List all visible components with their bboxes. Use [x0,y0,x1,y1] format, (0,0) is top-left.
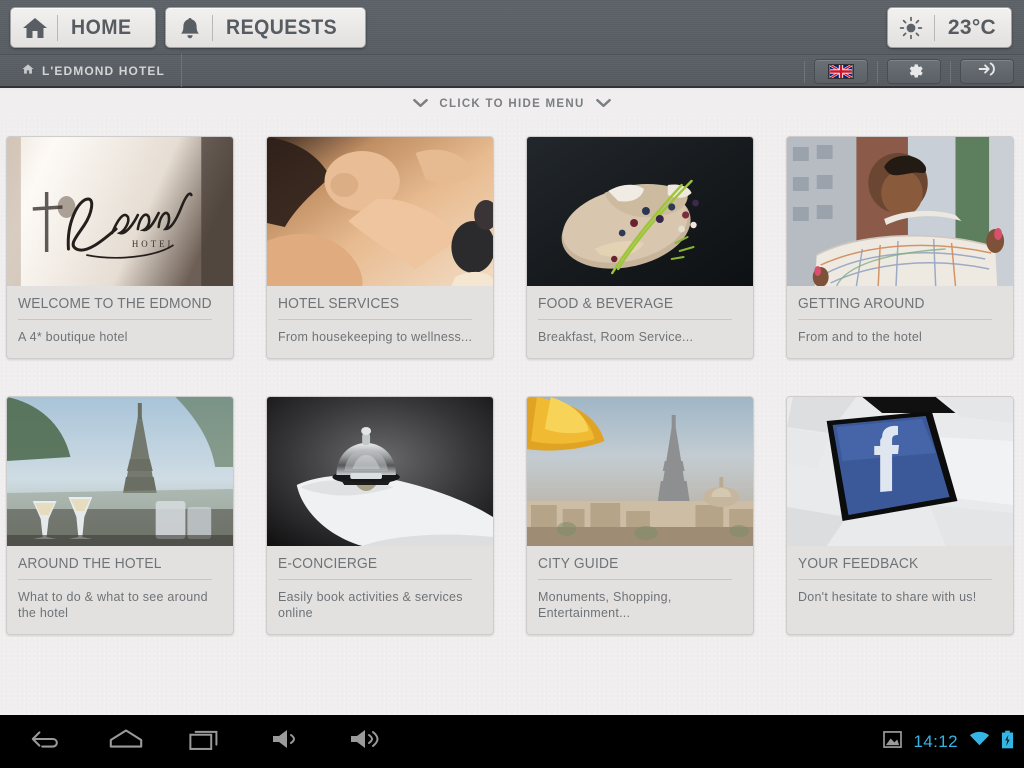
tool-divider [877,60,878,83]
tile-title: GETTING AROUND [798,296,992,320]
battery-charging-icon [1001,730,1014,754]
service-bell-gloved-hand-photo [267,397,493,546]
top-header-bar: HOME REQUESTS 23°C [0,0,1024,55]
nav-button-home-label: HOME [71,15,132,39]
uk-flag-icon [828,64,854,79]
screenshot-icon[interactable] [883,730,903,753]
woman-with-city-map-photo [787,137,1013,286]
tile-your-feedback[interactable]: YOUR FEEDBACK Don't hesitate to share wi… [786,396,1014,635]
tile-description: Easily book activities & services online [278,590,463,620]
tile-title: E-CONCIERGE [278,556,472,580]
android-navigation-bar: 14:12 [0,715,1024,768]
android-nav-buttons [0,715,406,768]
settings-button[interactable] [887,59,941,84]
tile-description: A 4* boutique hotel [18,330,128,344]
tile-getting-around[interactable]: GETTING AROUND From and to the hotel [786,136,1014,359]
volume-up-button[interactable] [326,715,406,768]
tile-description: Monuments, Shopping, Entertainment... [538,590,672,620]
weather-widget[interactable]: 23°C [886,7,1012,48]
spa-massage-photo [267,137,493,286]
volume-up-icon [347,726,385,757]
nav-button-requests[interactable]: REQUESTS [165,7,366,48]
bell-icon [168,16,212,40]
hide-menu-label: CLICK TO HIDE MENU [439,98,585,110]
tile-body: GETTING AROUND From and to the hotel [787,286,1013,358]
gourmet-food-plate-photo [527,137,753,286]
tile-description: From housekeeping to wellness... [278,330,473,344]
wifi-icon [969,731,990,752]
temperature-value: 23°C [947,15,996,39]
language-flag-button[interactable] [814,59,868,84]
login-button[interactable] [960,59,1014,84]
tile-body: WELCOME TO THE EDMOND A 4* boutique hote… [7,286,233,358]
tile-food-and-beverage[interactable]: FOOD & BEVERAGE Breakfast, Room Service.… [526,136,754,359]
breadcrumb-tools [795,55,1014,88]
primary-nav-buttons: HOME REQUESTS [10,7,366,48]
breadcrumb-label: L'EDMOND HOTEL [42,63,165,78]
eiffel-tower-terrace-photo [7,397,233,546]
tile-description: From and to the hotel [798,330,923,344]
tool-divider [804,60,805,83]
gear-icon [906,61,923,83]
nav-button-home[interactable]: HOME [10,7,156,48]
tile-body: AROUND THE HOTEL What to do & what to se… [7,546,233,634]
svg-text:HOTEL: HOTEL [132,239,176,249]
tile-description: Don't hesitate to share with us! [798,590,977,604]
tile-description: What to do & what to see around the hote… [18,590,208,620]
home-outline-icon [107,727,145,756]
tool-divider [950,60,951,83]
tile-around-the-hotel[interactable]: AROUND THE HOTEL What to do & what to se… [6,396,234,635]
tile-body: E-CONCIERGE Easily book activities & ser… [267,546,493,634]
hide-menu-toggle[interactable]: CLICK TO HIDE MENU [0,90,1024,118]
home-button[interactable] [86,715,166,768]
breadcrumb-bar: L'EDMOND HOTEL [0,54,1024,88]
status-clock: 14:12 [913,731,958,751]
recents-icon [188,726,224,757]
chevron-down-icon [413,98,429,111]
tile-body: FOOD & BEVERAGE Breakfast, Room Service.… [527,286,753,358]
tile-title: HOTEL SERVICES [278,296,472,320]
tile-e-concierge[interactable]: E-CONCIERGE Easily book activities & ser… [266,396,494,635]
back-arrow-icon [30,726,62,757]
tile-body: CITY GUIDE Monuments, Shopping, Entertai… [527,546,753,634]
tile-title: FOOD & BEVERAGE [538,296,732,320]
hotel-logo-on-glass-photo: HOTEL [7,137,233,286]
back-button[interactable] [6,715,86,768]
home-icon [13,16,57,40]
tile-body: YOUR FEEDBACK Don't hesitate to share wi… [787,546,1013,618]
tile-body: HOTEL SERVICES From housekeeping to well… [267,286,493,358]
paris-skyline-autumn-photo [527,397,753,546]
tile-description: Breakfast, Room Service... [538,330,694,344]
tile-welcome-to-the-edmond[interactable]: HOTEL WELCOME TO THE EDMOND A 4* boutiqu… [6,136,234,359]
tile-title: YOUR FEEDBACK [798,556,992,580]
recents-button[interactable] [166,715,246,768]
sun-icon [888,16,934,40]
chevron-down-icon [595,98,611,111]
tile-title: WELCOME TO THE EDMOND [18,296,212,320]
tile-title: CITY GUIDE [538,556,732,580]
nav-button-requests-label: REQUESTS [226,15,338,39]
login-arrow-icon [978,61,997,82]
kiosk-screen: HOME REQUESTS 23°C L'EDMOND HOTEL CLICK … [0,0,1024,768]
android-status-area: 14:12 [883,715,1014,768]
breadcrumb[interactable]: L'EDMOND HOTEL [0,54,182,87]
volume-down-icon [269,726,303,757]
tile-grid: HOTEL WELCOME TO THE EDMOND A 4* boutiqu… [0,118,1024,635]
facebook-keyboard-key-photo [787,397,1013,546]
tile-title: AROUND THE HOTEL [18,556,212,580]
main-content: HOTEL WELCOME TO THE EDMOND A 4* boutiqu… [0,118,1024,715]
home-icon [22,63,34,78]
volume-down-button[interactable] [246,715,326,768]
tile-city-guide[interactable]: CITY GUIDE Monuments, Shopping, Entertai… [526,396,754,635]
tile-hotel-services[interactable]: HOTEL SERVICES From housekeeping to well… [266,136,494,359]
